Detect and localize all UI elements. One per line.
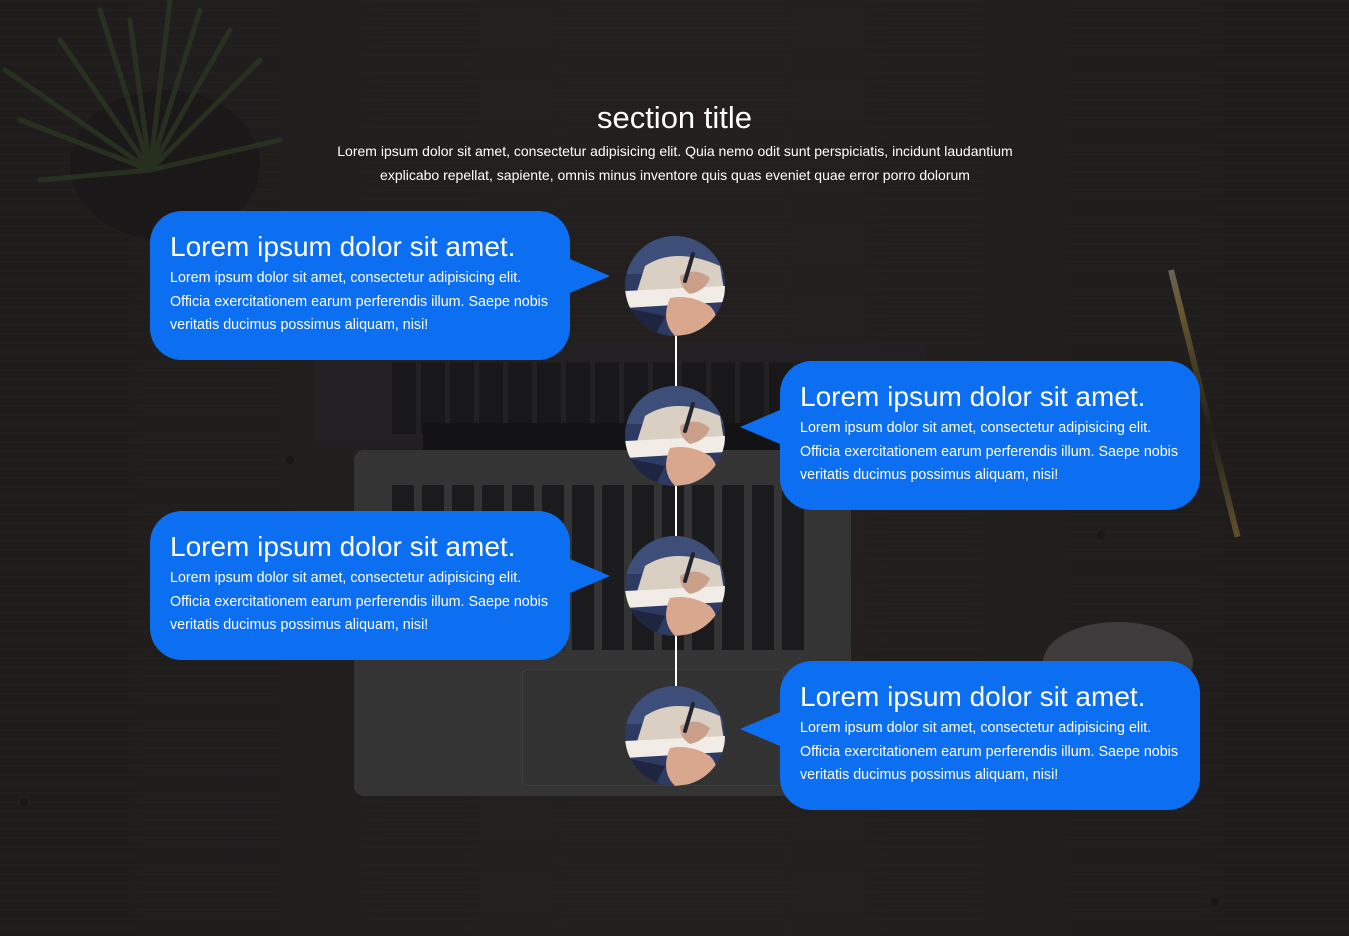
timeline-card: Lorem ipsum dolor sit amet. Lorem ipsum …	[780, 361, 1200, 510]
writing-hand-icon	[625, 236, 725, 336]
timeline-avatar	[625, 386, 725, 486]
timeline-avatar	[625, 536, 725, 636]
writing-hand-icon	[625, 686, 725, 786]
timeline-card: Lorem ipsum dolor sit amet. Lorem ipsum …	[780, 661, 1200, 810]
card-title: Lorem ipsum dolor sit amet.	[170, 231, 516, 262]
timeline-avatar	[625, 686, 725, 786]
section-description: Lorem ipsum dolor sit amet, consectetur …	[337, 143, 1013, 183]
card-text: Lorem ipsum dolor sit amet, consectetur …	[800, 420, 1178, 483]
card-text: Lorem ipsum dolor sit amet, consectetur …	[170, 270, 548, 333]
section-title: section title	[596, 100, 753, 135]
card-title: Lorem ipsum dolor sit amet.	[800, 681, 1146, 712]
card-text: Lorem ipsum dolor sit amet, consectetur …	[170, 570, 548, 633]
writing-hand-icon	[625, 536, 725, 636]
timeline-line	[675, 286, 677, 736]
timeline-avatar	[625, 236, 725, 336]
card-pointer	[740, 410, 780, 444]
card-pointer	[570, 559, 610, 593]
card-pointer	[740, 712, 780, 746]
page: section title Lorem ipsum dolor sit amet…	[0, 0, 1349, 936]
writing-hand-icon	[625, 386, 725, 486]
timeline-card: Lorem ipsum dolor sit amet. Lorem ipsum …	[150, 211, 570, 360]
card-title: Lorem ipsum dolor sit amet.	[800, 381, 1146, 412]
timeline-card: Lorem ipsum dolor sit amet. Lorem ipsum …	[150, 511, 570, 660]
card-text: Lorem ipsum dolor sit amet, consectetur …	[800, 720, 1178, 783]
card-title: Lorem ipsum dolor sit amet.	[170, 531, 516, 562]
card-pointer	[570, 259, 610, 293]
